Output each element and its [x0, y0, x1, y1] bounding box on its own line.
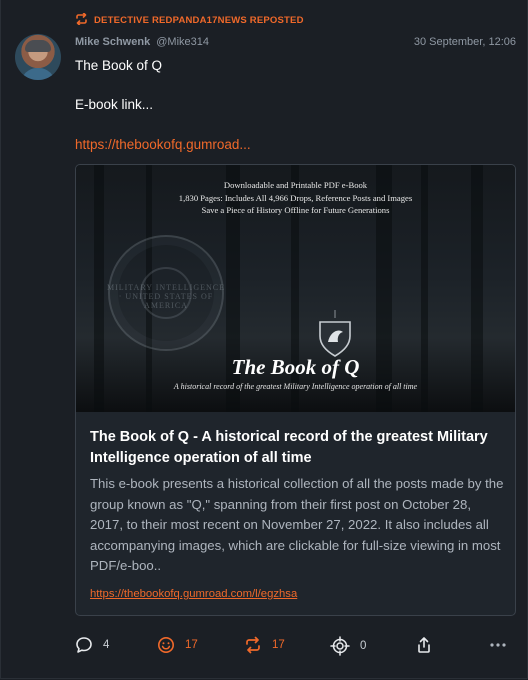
target-button[interactable]: 0	[330, 636, 366, 656]
share-icon	[415, 636, 433, 654]
image-subtitle: A historical record of the greatest Mili…	[173, 382, 418, 391]
repost-count: 17	[272, 639, 285, 651]
image-line: Downloadable and Printable PDF e-Book	[223, 180, 368, 190]
post-text-line2: E-book link...	[75, 97, 154, 112]
more-icon	[489, 636, 507, 654]
smiley-icon	[157, 636, 175, 654]
card-title[interactable]: The Book of Q - A historical record of t…	[90, 427, 502, 469]
reply-button[interactable]: 4	[75, 636, 109, 654]
image-line: 1,830 Pages: Includes All 4,966 Drops, R…	[178, 192, 413, 203]
repost-button[interactable]: 17	[244, 636, 285, 654]
preview-image[interactable]: MILITARY INTELLIGENCE · UNITED STATES OF…	[76, 165, 515, 412]
seal-text: MILITARY INTELLIGENCE · UNITED STATES OF…	[106, 283, 226, 310]
repost-icon	[244, 636, 262, 654]
hanging-ornament-icon	[319, 310, 351, 357]
share-button[interactable]	[415, 636, 433, 654]
target-icon	[330, 636, 350, 656]
target-count: 0	[360, 640, 367, 652]
repost-label: DETECTIVE REDPANDA17NEWS REPOSTED	[94, 15, 304, 26]
card-description: This e-book presents a historical collec…	[90, 476, 504, 574]
author-row: Mike Schwenk @Mike314	[75, 36, 209, 48]
author-name[interactable]: Mike Schwenk	[75, 36, 150, 48]
avatar[interactable]	[15, 34, 61, 80]
reaction-count: 17	[185, 639, 198, 651]
action-bar: 4 17 17 0	[0, 636, 528, 660]
reply-icon	[75, 636, 93, 654]
post-timestamp[interactable]: 30 September, 12:06	[414, 36, 516, 48]
repost-indicator[interactable]: DETECTIVE REDPANDA17NEWS REPOSTED	[75, 12, 304, 28]
react-button[interactable]: 17	[157, 636, 198, 654]
post-link[interactable]: https://thebookofq.gumroad...	[75, 137, 251, 152]
repost-icon	[75, 12, 88, 28]
more-button[interactable]	[489, 636, 507, 654]
card-url[interactable]: https://thebookofq.gumroad.com/l/egzhsa	[90, 588, 297, 600]
image-title: The Book of Q	[231, 355, 360, 379]
author-handle[interactable]: @Mike314	[156, 36, 209, 48]
link-preview-card[interactable]: MILITARY INTELLIGENCE · UNITED STATES OF…	[75, 164, 516, 616]
image-header: Downloadable and Printable PDF e-Book 1,…	[76, 179, 515, 217]
image-line: Save a Piece of History Offline for Futu…	[201, 205, 390, 216]
post-text-line1: The Book of Q	[75, 58, 163, 73]
reply-count: 4	[103, 639, 110, 651]
